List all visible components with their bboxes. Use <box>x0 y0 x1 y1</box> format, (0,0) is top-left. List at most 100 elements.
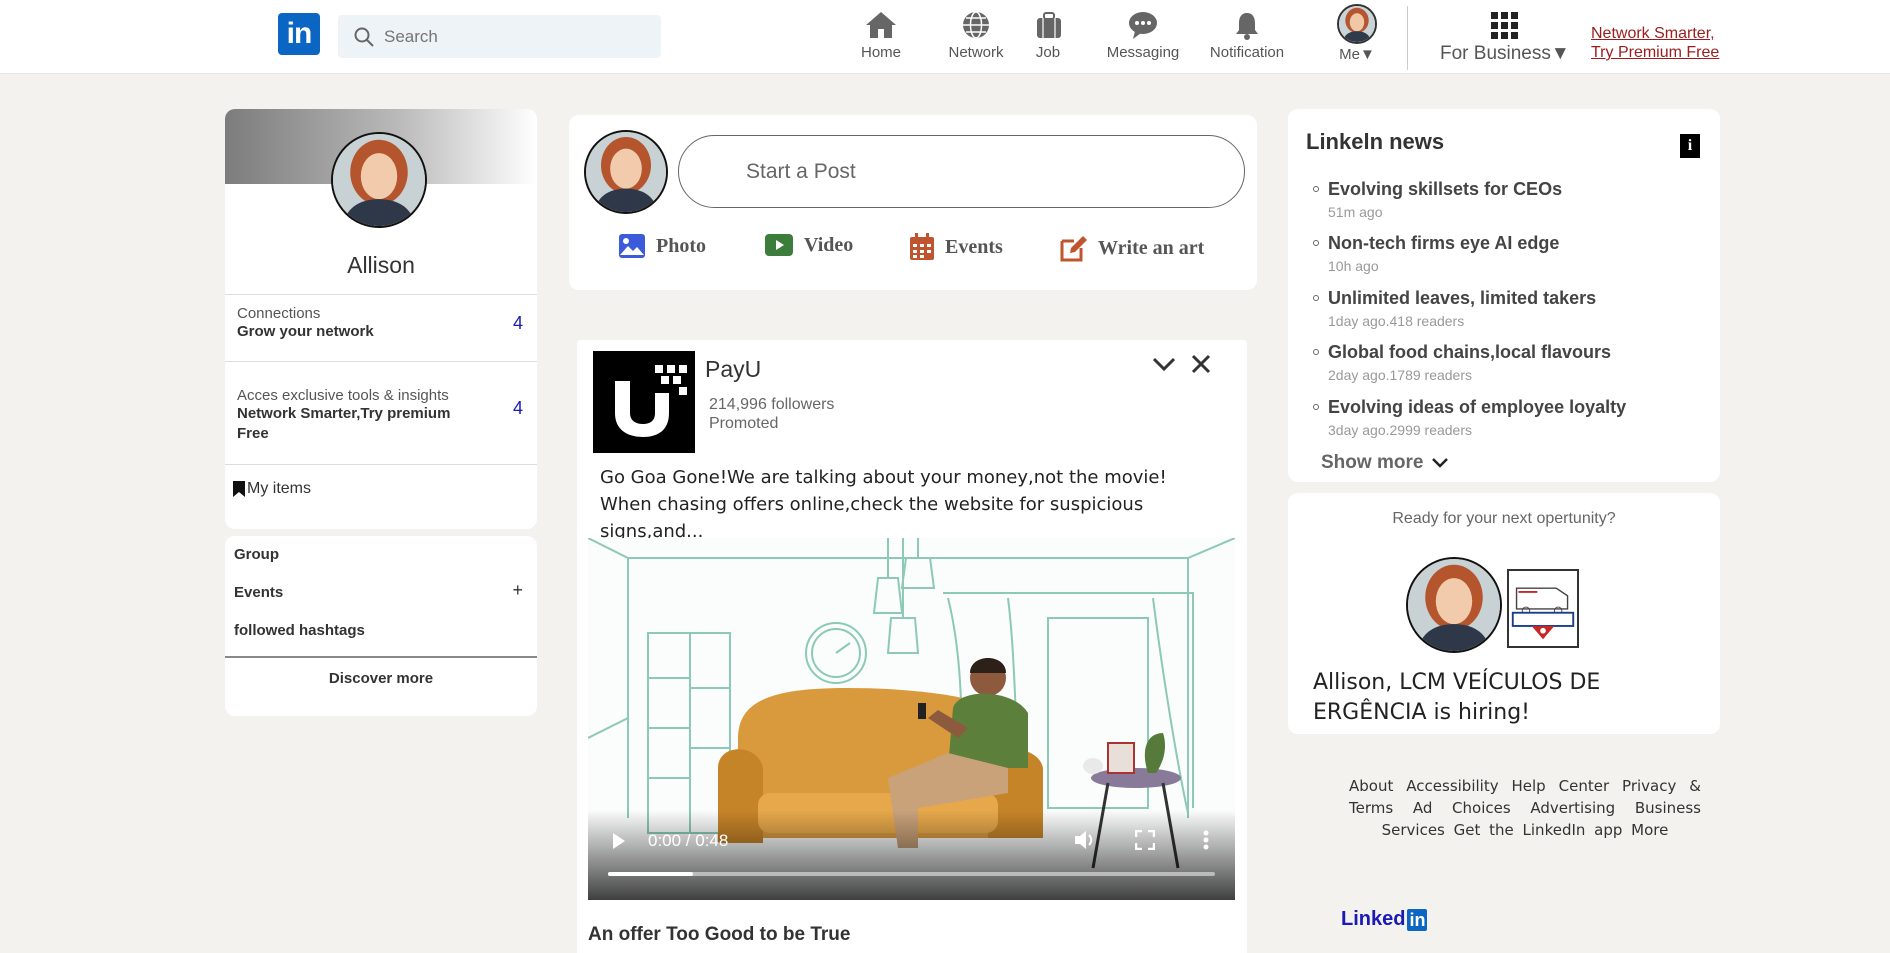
photo-action[interactable]: Photo <box>618 233 706 259</box>
news-item-title: Unlimited leaves, limited takers <box>1328 288 1597 308</box>
linkedin-logo[interactable]: in <box>278 13 320 55</box>
news-item[interactable]: Evolving ideas of employee loyalty 3day … <box>1313 397 1627 438</box>
calendar-icon <box>910 233 934 260</box>
premium-line2: Try Premium Free <box>1591 44 1720 61</box>
hiring-user-avatar <box>1406 557 1502 653</box>
connections-count: 4 <box>512 313 523 333</box>
fullscreen-icon[interactable] <box>1135 830 1155 850</box>
connections-label: Connections <box>237 305 321 322</box>
tools-cta: Network Smarter,Try premium Free <box>237 405 451 442</box>
footer-links[interactable]: About Accessibility Help Center Privacy … <box>1349 775 1701 841</box>
more-options-icon[interactable] <box>1203 830 1209 850</box>
premium-tools-row[interactable]: Acces exclusive tools & insights Network… <box>225 361 537 465</box>
search-box[interactable] <box>338 15 661 58</box>
tools-label: Acces exclusive tools & insights <box>237 387 449 404</box>
ad-meta: 214,996 followers Promoted <box>709 395 834 433</box>
news-item[interactable]: Unlimited leaves, limited takers 1day ag… <box>1313 288 1597 329</box>
group-link[interactable]: Group <box>234 546 279 563</box>
video-time: 0:00 / 0:48 <box>648 831 729 850</box>
ad-followers: 214,996 followers <box>709 396 835 413</box>
news-item[interactable]: Global food chains,local flavours 2day a… <box>1313 342 1612 383</box>
events-label: Events <box>945 235 1003 258</box>
nav-messaging-label: Messaging <box>1106 44 1180 61</box>
ad-company-name[interactable]: PayU <box>705 356 761 383</box>
nav-job[interactable]: Job <box>1034 10 1062 61</box>
hiring-prompt: Ready for your next opertunity? <box>1392 510 1616 527</box>
nav-notification-label: Notification <box>1209 44 1285 61</box>
video-label: Video <box>804 233 854 256</box>
connections-row[interactable]: Connections Grow your network 4 <box>225 294 537 361</box>
bookmark-icon <box>233 481 245 497</box>
volume-icon[interactable] <box>1073 829 1097 851</box>
compose-avatar <box>584 130 668 214</box>
search-input[interactable] <box>384 26 644 47</box>
ad-controls <box>1151 354 1211 374</box>
search-icon <box>354 27 374 47</box>
news-item[interactable]: Evolving skillsets for CEOs 51m ago <box>1313 179 1563 220</box>
footer-brand-text: Linked <box>1341 908 1406 930</box>
my-items-row[interactable]: My items <box>225 464 537 513</box>
news-item-title: Non-tech firms eye AI edge <box>1328 233 1560 253</box>
grid-icon <box>1491 12 1519 39</box>
hashtags-link[interactable]: followed hashtags <box>234 622 365 639</box>
ad-text: Go Goa Gone!We are talking about your mo… <box>600 464 1247 545</box>
nav-job-label: Job <box>1035 44 1061 61</box>
hiring-message[interactable]: Allison, LCM VEÍCULOS DE ERGÊNCIA is hir… <box>1313 668 1720 728</box>
news-item[interactable]: Non-tech firms eye AI edge 10h ago <box>1313 233 1560 274</box>
my-items-label: My items <box>247 480 311 497</box>
profile-name[interactable]: Allison <box>225 252 537 279</box>
ad-text-line2: When chasing offers online,check the web… <box>600 494 1144 542</box>
ad-text-line1: Go Goa Gone!We are talking about your mo… <box>600 467 1167 488</box>
chat-bubble-icon <box>1129 12 1157 39</box>
connections-cta: Grow your network <box>237 323 374 340</box>
me-avatar <box>1337 4 1377 44</box>
profile-avatar[interactable] <box>331 132 427 228</box>
news-item-meta: 3day ago.2999 readers <box>1328 422 1472 438</box>
video-progress-bar[interactable] <box>608 872 1215 876</box>
events-link[interactable]: Events <box>234 584 283 601</box>
for-business-menu[interactable]: For Business▼ <box>1440 12 1570 65</box>
nav-divider <box>1407 6 1408 70</box>
footer-linkedin-logo: Linked in <box>1341 908 1428 931</box>
ad-video[interactable]: 0:00 / 0:48 <box>588 538 1235 900</box>
bell-icon <box>1236 13 1258 40</box>
start-post-button[interactable]: Start a Post <box>678 135 1245 208</box>
video-action[interactable]: Video <box>764 233 853 257</box>
ad-headline[interactable]: An offer Too Good to be True <box>588 924 850 946</box>
nav-network[interactable]: Network <box>946 10 1006 61</box>
globe-icon <box>963 11 989 39</box>
discover-more-button[interactable]: Discover more <box>225 656 537 687</box>
play-icon[interactable] <box>611 832 627 850</box>
compose-card: Start a Post Photo Video Events Write an… <box>569 115 1257 290</box>
footer-brand-in: in <box>1407 908 1428 931</box>
photo-icon <box>619 234 645 258</box>
premium-link[interactable]: Network Smarter, Try Premium Free <box>1591 24 1719 62</box>
write-article-action[interactable]: Write an art <box>1058 233 1204 263</box>
news-item-title: Evolving ideas of employee loyalty <box>1328 397 1627 417</box>
news-item-title: Evolving skillsets for CEOs <box>1328 179 1563 199</box>
nav-home-label: Home <box>860 44 901 61</box>
news-item-meta: 2day ago.1789 readers <box>1328 367 1472 383</box>
feed-post: PayU 214,996 followers Promoted Go Goa G… <box>577 340 1247 953</box>
chevron-down-icon <box>1432 458 1449 468</box>
nav-home[interactable]: Home <box>859 10 903 61</box>
company-logo[interactable] <box>1507 569 1579 648</box>
top-nav: in Home Network Job Messaging Notificati… <box>0 0 1890 74</box>
hiring-card: Ready for your next opertunity? Allison,… <box>1288 493 1720 734</box>
nav-notification[interactable]: Notification <box>1209 10 1285 61</box>
show-more-button[interactable]: Show more <box>1321 452 1449 474</box>
news-item-title: Global food chains,local flavours <box>1328 342 1612 362</box>
nav-network-label: Network <box>948 44 1004 61</box>
payu-logo[interactable] <box>593 351 695 453</box>
write-article-label: Write an art <box>1098 236 1205 259</box>
premium-line1: Network Smarter, <box>1591 25 1715 42</box>
nav-messaging[interactable]: Messaging <box>1106 10 1180 61</box>
info-icon[interactable]: i <box>1680 134 1700 158</box>
show-more-label: Show more <box>1321 452 1424 473</box>
close-icon[interactable] <box>1191 354 1211 374</box>
nav-me[interactable]: Me▼ <box>1334 4 1380 63</box>
events-action[interactable]: Events <box>909 233 1003 261</box>
chevron-down-icon[interactable] <box>1151 354 1177 374</box>
edit-icon <box>1060 236 1087 262</box>
add-event-button[interactable]: + <box>512 580 523 601</box>
